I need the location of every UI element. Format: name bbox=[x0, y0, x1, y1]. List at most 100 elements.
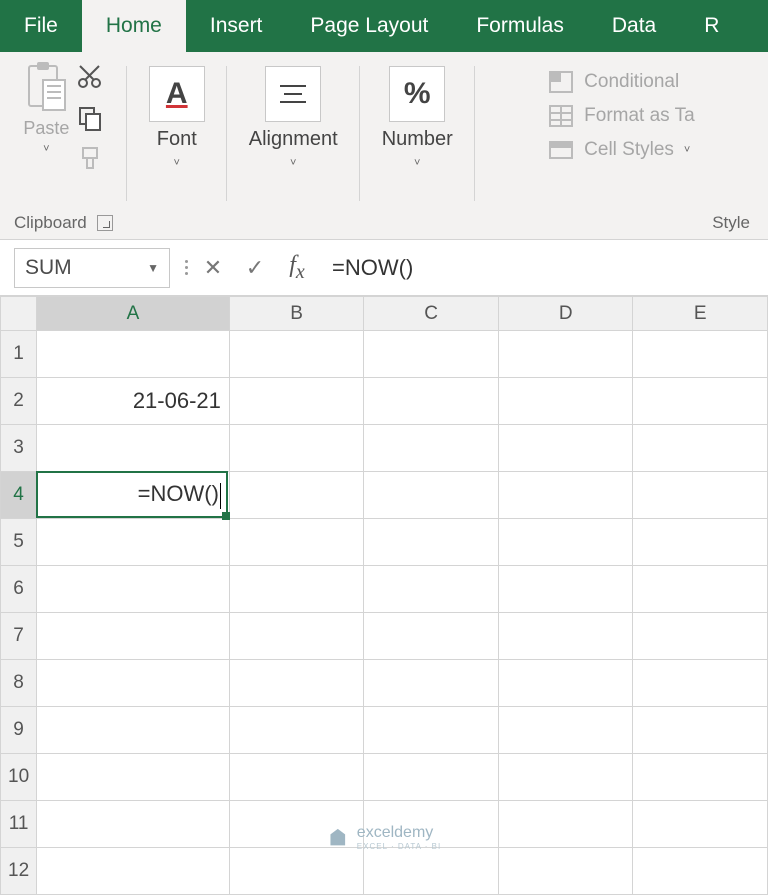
cell-d5[interactable] bbox=[498, 519, 633, 566]
tab-file[interactable]: File bbox=[0, 0, 82, 52]
cell-e8[interactable] bbox=[633, 660, 768, 707]
cell-d7[interactable] bbox=[498, 613, 633, 660]
tab-review[interactable]: R bbox=[680, 0, 743, 52]
cell-b2[interactable] bbox=[229, 378, 364, 425]
formula-bar-input[interactable]: =NOW() bbox=[318, 255, 768, 281]
row-header-9[interactable]: 9 bbox=[1, 707, 37, 754]
format-painter-button[interactable] bbox=[77, 146, 103, 177]
cell-e9[interactable] bbox=[633, 707, 768, 754]
cell-c8[interactable] bbox=[364, 660, 499, 707]
row-header-1[interactable]: 1 bbox=[1, 331, 37, 378]
cell-b7[interactable] bbox=[229, 613, 364, 660]
cell-d9[interactable] bbox=[498, 707, 633, 754]
cell-c7[interactable] bbox=[364, 613, 499, 660]
cell-e6[interactable] bbox=[633, 566, 768, 613]
row-header-12[interactable]: 12 bbox=[1, 848, 37, 895]
column-header-c[interactable]: C bbox=[364, 297, 499, 331]
cell-c3[interactable] bbox=[364, 425, 499, 472]
number-button[interactable]: % Number ˅ bbox=[374, 60, 461, 175]
cell-c5[interactable] bbox=[364, 519, 499, 566]
row-header-4[interactable]: 4 bbox=[1, 472, 37, 519]
cell-a4[interactable]: =NOW() bbox=[37, 472, 230, 519]
cell-b1[interactable] bbox=[229, 331, 364, 378]
cancel-formula-button[interactable]: ✕ bbox=[192, 248, 234, 288]
cell-b10[interactable] bbox=[229, 754, 364, 801]
cell-e1[interactable] bbox=[633, 331, 768, 378]
cell-b12[interactable] bbox=[229, 848, 364, 895]
row-header-11[interactable]: 11 bbox=[1, 801, 37, 848]
cell-d1[interactable] bbox=[498, 331, 633, 378]
name-box-dropdown-icon[interactable]: ▼ bbox=[147, 261, 159, 275]
cell-e11[interactable] bbox=[633, 801, 768, 848]
cell-a11[interactable] bbox=[37, 801, 230, 848]
cell-a3[interactable] bbox=[37, 425, 230, 472]
cell-a1[interactable] bbox=[37, 331, 230, 378]
cell-e4[interactable] bbox=[633, 472, 768, 519]
tab-page-layout[interactable]: Page Layout bbox=[286, 0, 452, 52]
row-header-6[interactable]: 6 bbox=[1, 566, 37, 613]
cell-c2[interactable] bbox=[364, 378, 499, 425]
tab-insert[interactable]: Insert bbox=[186, 0, 287, 52]
row-header-2[interactable]: 2 bbox=[1, 378, 37, 425]
cell-d12[interactable] bbox=[498, 848, 633, 895]
cell-a8[interactable] bbox=[37, 660, 230, 707]
cell-d8[interactable] bbox=[498, 660, 633, 707]
row-header-3[interactable]: 3 bbox=[1, 425, 37, 472]
font-button[interactable]: A Font ˅ bbox=[141, 60, 213, 175]
cell-a9[interactable] bbox=[37, 707, 230, 754]
row-header-8[interactable]: 8 bbox=[1, 660, 37, 707]
cell-b8[interactable] bbox=[229, 660, 364, 707]
insert-function-button[interactable]: fx bbox=[276, 248, 318, 288]
column-header-b[interactable]: B bbox=[229, 297, 364, 331]
cell-c4[interactable] bbox=[364, 472, 499, 519]
name-box[interactable]: SUM ▼ bbox=[14, 248, 170, 288]
cell-c6[interactable] bbox=[364, 566, 499, 613]
cell-a10[interactable] bbox=[37, 754, 230, 801]
clipboard-dialog-launcher[interactable] bbox=[97, 215, 113, 231]
cell-e5[interactable] bbox=[633, 519, 768, 566]
cell-d10[interactable] bbox=[498, 754, 633, 801]
cell-c1[interactable] bbox=[364, 331, 499, 378]
cell-d11[interactable] bbox=[498, 801, 633, 848]
cell-d2[interactable] bbox=[498, 378, 633, 425]
cell-e3[interactable] bbox=[633, 425, 768, 472]
cell-d3[interactable] bbox=[498, 425, 633, 472]
cell-c12[interactable] bbox=[364, 848, 499, 895]
format-as-table-button[interactable]: Format as Ta bbox=[548, 104, 695, 128]
tab-data[interactable]: Data bbox=[588, 0, 680, 52]
paste-button[interactable]: Paste ˅ bbox=[23, 60, 69, 155]
select-all-corner[interactable] bbox=[1, 297, 37, 331]
row-header-7[interactable]: 7 bbox=[1, 613, 37, 660]
conditional-formatting-button[interactable]: Conditional bbox=[548, 70, 695, 94]
cell-d4[interactable] bbox=[498, 472, 633, 519]
enter-formula-button[interactable]: ✓ bbox=[234, 248, 276, 288]
column-header-a[interactable]: A bbox=[37, 297, 230, 331]
alignment-button[interactable]: Alignment ˅ bbox=[241, 60, 346, 175]
cell-b5[interactable] bbox=[229, 519, 364, 566]
copy-button[interactable] bbox=[77, 105, 103, 136]
cell-b9[interactable] bbox=[229, 707, 364, 754]
tab-formulas[interactable]: Formulas bbox=[452, 0, 588, 52]
cell-e10[interactable] bbox=[633, 754, 768, 801]
cell-c9[interactable] bbox=[364, 707, 499, 754]
cell-e2[interactable] bbox=[633, 378, 768, 425]
cell-styles-button[interactable]: Cell Styles ˅ bbox=[548, 138, 695, 162]
column-header-d[interactable]: D bbox=[498, 297, 633, 331]
cell-e7[interactable] bbox=[633, 613, 768, 660]
cell-e12[interactable] bbox=[633, 848, 768, 895]
row-header-5[interactable]: 5 bbox=[1, 519, 37, 566]
cell-a2[interactable]: 21-06-21 bbox=[37, 378, 230, 425]
cell-d6[interactable] bbox=[498, 566, 633, 613]
cut-button[interactable] bbox=[77, 64, 103, 95]
cell-c10[interactable] bbox=[364, 754, 499, 801]
row-header-10[interactable]: 10 bbox=[1, 754, 37, 801]
cell-b3[interactable] bbox=[229, 425, 364, 472]
cell-a7[interactable] bbox=[37, 613, 230, 660]
tab-home[interactable]: Home bbox=[82, 0, 186, 52]
cell-a6[interactable] bbox=[37, 566, 230, 613]
cell-b6[interactable] bbox=[229, 566, 364, 613]
column-header-e[interactable]: E bbox=[633, 297, 768, 331]
cell-a12[interactable] bbox=[37, 848, 230, 895]
cell-b4[interactable] bbox=[229, 472, 364, 519]
cell-a5[interactable] bbox=[37, 519, 230, 566]
